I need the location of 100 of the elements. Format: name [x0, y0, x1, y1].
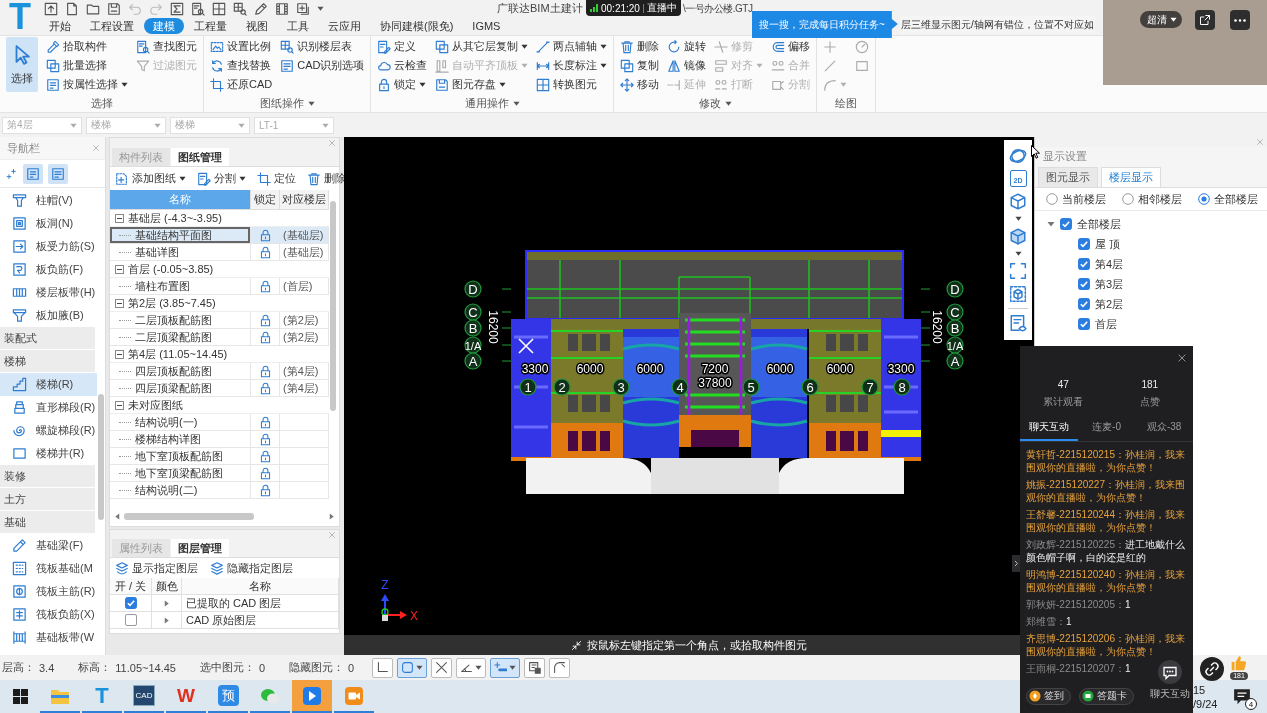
- snap-tool-button[interactable]: [431, 657, 452, 678]
- ribbon-button[interactable]: 旋转: [667, 37, 707, 56]
- menu-tab[interactable]: 开始: [40, 18, 80, 34]
- ribbon-button[interactable]: 定义: [377, 37, 428, 56]
- nav-item[interactable]: 筏板基础(M: [0, 557, 97, 580]
- checkbox[interactable]: [1060, 218, 1072, 230]
- ribbon-button[interactable]: 还原CAD: [210, 75, 273, 94]
- nav-category[interactable]: 土方: [0, 488, 95, 511]
- nav-item[interactable]: 螺旋梯段(R): [0, 419, 97, 442]
- panel-tab[interactable]: 图纸管理: [171, 148, 229, 166]
- table-search-icon[interactable]: [233, 1, 247, 16]
- caret-icon[interactable]: [114, 512, 121, 520]
- film-strip-icon[interactable]: [275, 1, 289, 16]
- caret-icon[interactable]: [512, 100, 520, 107]
- radio-button[interactable]: [1046, 193, 1058, 205]
- orbit-icon[interactable]: [1009, 147, 1027, 165]
- caret-icon[interactable]: [317, 5, 324, 12]
- toolbar-button[interactable]: 添加图纸: [115, 171, 186, 186]
- scrollbar[interactable]: [330, 201, 336, 411]
- more-button[interactable]: [1230, 10, 1250, 30]
- checkbox[interactable]: [1078, 258, 1090, 270]
- message-button[interactable]: 4: [1233, 688, 1257, 710]
- scrollbar[interactable]: [124, 512, 254, 520]
- nav-item[interactable]: 筏板负筋(X): [0, 603, 97, 626]
- checkbox[interactable]: [1078, 278, 1090, 290]
- plus-signs-icon[interactable]: [6, 167, 18, 180]
- ribbon-button[interactable]: 从其它层复制: [435, 37, 529, 56]
- nav-item[interactable]: 筏板主筋(R): [0, 580, 97, 603]
- panel-tab[interactable]: 图层管理: [171, 539, 229, 557]
- table-row[interactable]: 二层顶板配筋图 (第2层): [110, 312, 329, 329]
- toolbar-button[interactable]: 定位: [257, 171, 296, 186]
- nav-item[interactable]: 板加腋(B): [0, 304, 97, 327]
- chat-bubble-icon[interactable]: [1158, 660, 1182, 684]
- snap-tool-button[interactable]: [524, 657, 545, 678]
- taskbar-app[interactable]: CAD: [124, 680, 164, 713]
- chat-tab[interactable]: 聊天互动: [1020, 414, 1078, 441]
- ribbon-button[interactable]: 两点辅轴: [536, 37, 608, 56]
- radio-button[interactable]: [1122, 193, 1134, 205]
- tree-group-row[interactable]: 第4层 (11.05~14.45): [110, 346, 329, 363]
- ribbon-button[interactable]: 设置比例: [210, 37, 273, 56]
- upload-icon[interactable]: [44, 1, 58, 16]
- pen-icon[interactable]: [254, 1, 268, 16]
- ribbon-button[interactable]: 拾取构件: [46, 37, 128, 56]
- nav-item[interactable]: 板负筋(F): [0, 258, 97, 281]
- chat-action-button[interactable]: 答题卡: [1079, 687, 1134, 705]
- toolbar-button[interactable]: 显示指定图层: [115, 560, 198, 576]
- ribbon-button[interactable]: 图元存盘: [435, 75, 529, 94]
- checkbox[interactable]: [1078, 298, 1090, 310]
- ribbon-button[interactable]: 查找图元: [136, 37, 197, 56]
- new-document-icon[interactable]: [65, 1, 79, 16]
- collapse-icon[interactable]: [115, 400, 124, 410]
- table-row[interactable]: 基础详图 (基础层): [110, 244, 329, 261]
- cube-frame-icon[interactable]: [1009, 285, 1027, 303]
- nav-category[interactable]: 基础: [0, 511, 95, 534]
- toolbar-button[interactable]: 隐藏指定图层: [210, 560, 293, 576]
- table-row[interactable]: 四层顶板配筋图 (第4层): [110, 363, 329, 380]
- ribbon-button[interactable]: 锁定: [377, 75, 428, 94]
- lock-icon[interactable]: [258, 228, 272, 242]
- chat-action-button[interactable]: 签到: [1026, 687, 1071, 705]
- cube-icon[interactable]: [1009, 192, 1027, 210]
- caret-icon[interactable]: [1014, 215, 1022, 222]
- ribbon-button[interactable]: 识别楼层表: [280, 37, 365, 56]
- ribbon-button[interactable]: 按属性选择: [46, 75, 128, 94]
- ribbon-button[interactable]: 删除: [620, 37, 660, 56]
- menu-tab[interactable]: IGMS: [463, 18, 510, 34]
- table-row[interactable]: 墙柱布置图 (首层): [110, 278, 329, 295]
- menu-tab[interactable]: 云应用: [319, 18, 370, 34]
- radio-button[interactable]: [1198, 193, 1210, 205]
- scrollbar[interactable]: [98, 394, 104, 520]
- menu-tab[interactable]: 建模: [144, 18, 184, 34]
- lock-icon[interactable]: [258, 245, 272, 259]
- panel-tab[interactable]: 图元显示: [1038, 167, 1098, 187]
- grid-icon[interactable]: [212, 1, 226, 16]
- filled-cube-icon[interactable]: [1009, 227, 1027, 245]
- table-row[interactable]: 地下室顶板配筋图: [110, 448, 329, 465]
- collapse-icon[interactable]: [115, 264, 124, 274]
- caret-icon[interactable]: [328, 512, 335, 520]
- lock-icon[interactable]: [258, 466, 272, 480]
- document-search-icon[interactable]: [191, 1, 205, 16]
- caret-icon[interactable]: [1014, 250, 1022, 257]
- checkbox[interactable]: [124, 597, 137, 609]
- collapse-icon[interactable]: [115, 298, 124, 308]
- checkbox[interactable]: [124, 614, 137, 626]
- snap-tool-button[interactable]: [549, 657, 570, 678]
- menu-tab[interactable]: 视图: [237, 18, 277, 34]
- ribbon-button[interactable]: 批量选择: [46, 56, 128, 75]
- panel-tab[interactable]: 楼层显示: [1101, 167, 1161, 187]
- caret-icon[interactable]: [163, 599, 170, 607]
- lock-icon[interactable]: [258, 381, 272, 395]
- lock-icon[interactable]: [258, 364, 272, 378]
- folder-icon[interactable]: [86, 1, 100, 16]
- taskbar-app[interactable]: W: [166, 680, 206, 713]
- table-row[interactable]: 基础结构平面图 (基础层): [110, 227, 329, 244]
- tree-group-row[interactable]: 未对应图纸: [110, 397, 329, 414]
- corner-brackets-icon[interactable]: [1009, 262, 1027, 280]
- expand-arrow-icon[interactable]: [1047, 220, 1055, 228]
- ribbon-button[interactable]: 长度标注: [536, 56, 608, 75]
- chevron-tab-icon[interactable]: [1012, 555, 1020, 572]
- snap-tool-button[interactable]: [456, 657, 486, 678]
- table-row[interactable]: 楼梯结构详图: [110, 431, 329, 448]
